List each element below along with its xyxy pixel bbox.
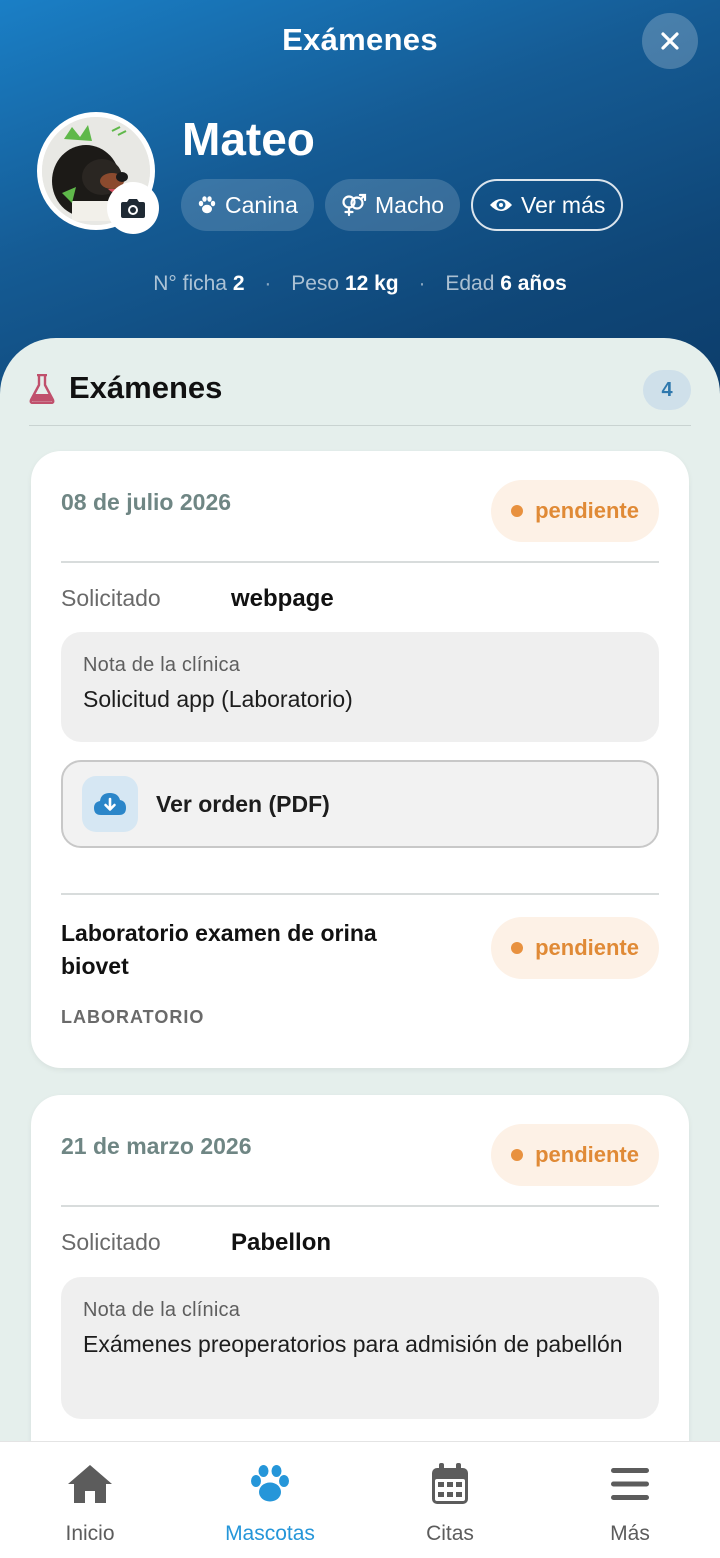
exam-status-badge: pendiente <box>491 917 659 979</box>
cloud-download-icon <box>94 793 126 815</box>
pdf-icon-box <box>82 776 138 832</box>
exam-order-card: 08 de julio 2026 pendiente Solicitado we… <box>31 451 689 1068</box>
edad-label: Edad <box>445 272 495 295</box>
note-label: Nota de la clínica <box>83 654 241 676</box>
view-more-label: Ver más <box>521 191 606 218</box>
status-badge: pendiente <box>491 480 659 542</box>
nav-item-mas[interactable]: Más <box>540 1460 720 1546</box>
edad-value: 6 años <box>500 272 567 295</box>
gender-icon <box>342 193 367 217</box>
status-label: pendiente <box>535 935 639 960</box>
eye-icon <box>490 199 512 211</box>
nav-label: Inicio <box>65 1522 115 1545</box>
clinic-note: Nota de la clínica Solicitud app (Labora… <box>61 632 659 742</box>
exam-count-badge: 4 <box>643 370 691 410</box>
note-text: Exámenes preoperatorios para admisión de… <box>83 1331 623 1357</box>
divider <box>61 561 659 563</box>
close-icon <box>661 32 679 50</box>
divider <box>61 893 659 895</box>
order-date: 08 de julio 2026 <box>61 489 232 515</box>
requested-value: Pabellon <box>231 1229 332 1256</box>
status-dot <box>511 505 524 517</box>
separator: · <box>418 272 426 295</box>
divider <box>61 1205 659 1207</box>
pdf-label: Ver orden (PDF) <box>156 790 330 817</box>
status-dot <box>511 1149 524 1161</box>
ficha-label: N° ficha <box>153 272 227 295</box>
requested-label: Solicitado <box>61 585 161 611</box>
sex-label: Macho <box>375 191 445 218</box>
menu-icon <box>611 1468 649 1500</box>
clinic-note: Nota de la clínica Exámenes preoperatori… <box>61 1277 659 1419</box>
pet-stats: N° ficha 2 · Peso 12 kg · Edad 6 años <box>0 272 720 296</box>
nav-label: Citas <box>426 1522 474 1545</box>
status-label: pendiente <box>535 498 639 523</box>
requested-value: webpage <box>231 585 334 612</box>
flask-icon <box>29 374 55 404</box>
exam-type: LABORATORIO <box>61 1007 205 1027</box>
note-text: Solicitud app (Laboratorio) <box>83 686 353 712</box>
exam-name: Laboratorio examen de orina biovet <box>61 920 377 979</box>
bottom-nav: Inicio Mascotas Citas Más <box>0 1441 720 1558</box>
peso-label: Peso <box>291 272 340 295</box>
paw-icon <box>251 1465 289 1502</box>
nav-item-citas[interactable]: Citas <box>360 1460 540 1546</box>
status-badge: pendiente <box>491 1124 659 1186</box>
separator: · <box>264 272 272 295</box>
species-chip: Canina <box>181 179 314 231</box>
ficha-value: 2 <box>232 272 245 295</box>
nav-label: Más <box>610 1522 650 1545</box>
order-date: 21 de marzo 2026 <box>61 1133 252 1159</box>
view-order-pdf-button[interactable]: Ver orden (PDF) <box>61 760 659 848</box>
note-label: Nota de la clínica <box>83 1299 241 1321</box>
home-icon <box>68 1465 112 1503</box>
section-header: Exámenes 4 <box>29 368 691 426</box>
peso-value: 12 kg <box>344 272 399 295</box>
status-dot <box>511 942 524 954</box>
pet-name: Mateo <box>182 113 315 165</box>
status-label: pendiente <box>535 1142 639 1167</box>
requested-label: Solicitado <box>61 1229 161 1255</box>
nav-label: Mascotas <box>225 1522 315 1545</box>
camera-icon <box>121 199 145 218</box>
sex-chip: Macho <box>325 179 461 231</box>
paw-icon <box>198 196 216 214</box>
species-label: Canina <box>225 191 298 218</box>
exams-panel: Exámenes 4 08 de julio 2026 pendiente So… <box>0 338 720 1558</box>
view-more-button[interactable]: Ver más <box>471 179 624 231</box>
close-button[interactable] <box>642 13 698 69</box>
nav-item-inicio[interactable]: Inicio <box>0 1460 180 1546</box>
section-title: Exámenes <box>69 370 223 405</box>
nav-item-mascotas[interactable]: Mascotas <box>180 1460 360 1546</box>
pet-avatar-wrap <box>37 112 159 234</box>
calendar-icon <box>432 1463 468 1504</box>
change-photo-button[interactable] <box>107 182 159 234</box>
page-title: Exámenes <box>282 22 438 57</box>
